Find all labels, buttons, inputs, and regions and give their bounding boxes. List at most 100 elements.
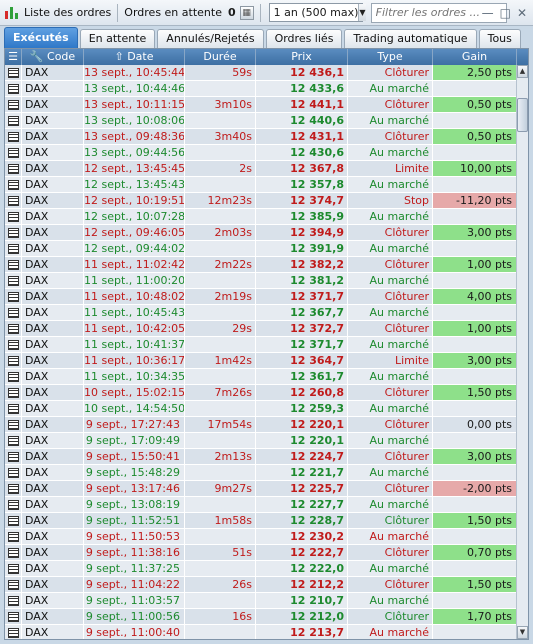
order-detail-icon[interactable] (5, 257, 22, 272)
document-icon[interactable] (8, 356, 19, 366)
order-detail-icon[interactable] (5, 465, 22, 480)
table-row[interactable]: DAX 11 sept., 10:42:05 29s 12 372,7 Clôturer… (5, 321, 517, 337)
column-header-duree[interactable]: Durée (185, 49, 256, 65)
period-select[interactable]: 1 an (500 max) ▼ (268, 3, 366, 22)
document-icon[interactable] (8, 548, 19, 558)
order-detail-icon[interactable] (5, 529, 22, 544)
order-detail-icon[interactable] (5, 593, 22, 608)
document-icon[interactable] (8, 516, 19, 526)
table-row[interactable]: DAX 9 sept., 17:09:49 12 220,1 Au marché (5, 433, 517, 449)
document-icon[interactable] (8, 452, 19, 462)
tab-en-attente[interactable]: En attente (79, 29, 156, 48)
table-row[interactable]: DAX 12 sept., 10:19:51 12m23s 12 374,7 Stop -… (5, 193, 517, 209)
order-detail-icon[interactable] (5, 625, 22, 639)
table-row[interactable]: DAX 11 sept., 10:36:17 1m42s 12 364,7 Limite… (5, 353, 517, 369)
document-icon[interactable] (8, 308, 19, 318)
document-icon[interactable] (8, 596, 19, 606)
document-icon[interactable] (8, 372, 19, 382)
scroll-up-icon[interactable]: ▲ (517, 65, 528, 78)
order-detail-icon[interactable] (5, 609, 22, 624)
order-detail-icon[interactable] (5, 177, 22, 192)
order-detail-icon[interactable] (5, 145, 22, 160)
document-icon[interactable] (8, 148, 19, 158)
column-header-date[interactable]: ⇧ Date (84, 49, 185, 65)
table-row[interactable]: DAX 12 sept., 13:45:45 2s 12 367,8 Limite 10,… (5, 161, 517, 177)
order-detail-icon[interactable] (5, 481, 22, 496)
document-icon[interactable] (8, 388, 19, 398)
document-icon[interactable] (8, 100, 19, 110)
scrollbar-thumb[interactable] (517, 98, 528, 132)
document-icon[interactable] (8, 340, 19, 350)
order-detail-icon[interactable] (5, 97, 22, 112)
table-row[interactable]: DAX 9 sept., 11:52:51 1m58s 12 228,7 Clôture… (5, 513, 517, 529)
table-row[interactable]: DAX 9 sept., 11:03:57 12 210,7 Au marché (5, 593, 517, 609)
document-icon[interactable] (8, 436, 19, 446)
column-header-prix[interactable]: Prix (256, 49, 348, 65)
document-icon[interactable] (8, 180, 19, 190)
document-icon[interactable] (8, 196, 19, 206)
document-icon[interactable] (8, 228, 19, 238)
table-row[interactable]: DAX 11 sept., 10:41:37 12 371,7 Au marché (5, 337, 517, 353)
document-icon[interactable] (8, 132, 19, 142)
document-icon[interactable] (8, 164, 19, 174)
order-detail-icon[interactable] (5, 433, 22, 448)
vertical-scrollbar[interactable]: ▲ ▼ (516, 65, 528, 639)
table-row[interactable]: DAX 9 sept., 11:50:53 12 230,2 Au marché (5, 529, 517, 545)
tab-annules-rejetes[interactable]: Annulés/Rejetés (157, 29, 264, 48)
table-row[interactable]: DAX 9 sept., 13:17:46 9m27s 12 225,7 Clôture… (5, 481, 517, 497)
pending-orders-label[interactable]: Ordres en attente (124, 6, 222, 19)
table-row[interactable]: DAX 9 sept., 11:00:40 12 213,7 Au marché (5, 625, 517, 639)
document-icon[interactable] (8, 84, 19, 94)
document-icon[interactable] (8, 212, 19, 222)
document-icon[interactable] (8, 68, 19, 78)
document-icon[interactable] (8, 580, 19, 590)
table-row[interactable]: DAX 12 sept., 09:46:05 2m03s 12 394,9 Clôtur… (5, 225, 517, 241)
close-icon[interactable]: ✕ (517, 6, 527, 20)
document-icon[interactable] (8, 500, 19, 510)
table-row[interactable]: DAX 9 sept., 11:38:16 51s 12 222,7 Clôturer 0… (5, 545, 517, 561)
order-detail-icon[interactable] (5, 65, 22, 80)
order-detail-icon[interactable] (5, 289, 22, 304)
table-row[interactable]: DAX 9 sept., 11:37:25 12 222,0 Au marché (5, 561, 517, 577)
order-detail-icon[interactable] (5, 337, 22, 352)
order-detail-icon[interactable] (5, 129, 22, 144)
table-row[interactable]: DAX 13 sept., 09:44:56 12 430,6 Au marché (5, 145, 517, 161)
document-icon[interactable] (8, 628, 19, 638)
document-icon[interactable] (8, 116, 19, 126)
table-row[interactable]: DAX 11 sept., 11:00:20 12 381,2 Au marché (5, 273, 517, 289)
document-icon[interactable] (8, 276, 19, 286)
document-icon[interactable] (8, 324, 19, 334)
tab-executes[interactable]: Exécutés (4, 27, 78, 48)
document-icon[interactable] (8, 612, 19, 622)
table-row[interactable]: DAX 10 sept., 14:54:50 12 259,3 Au marché (5, 401, 517, 417)
order-detail-icon[interactable] (5, 513, 22, 528)
document-icon[interactable] (8, 532, 19, 542)
document-icon[interactable] (8, 292, 19, 302)
table-row[interactable]: DAX 13 sept., 10:08:06 12 440,6 Au marché (5, 113, 517, 129)
order-detail-icon[interactable] (5, 321, 22, 336)
order-detail-icon[interactable] (5, 561, 22, 576)
document-icon[interactable] (8, 244, 19, 254)
table-row[interactable]: DAX 10 sept., 15:02:15 7m26s 12 260,8 Clôtur… (5, 385, 517, 401)
order-detail-icon[interactable] (5, 193, 22, 208)
table-row[interactable]: DAX 12 sept., 09:44:02 12 391,9 Au marché (5, 241, 517, 257)
table-row[interactable]: DAX 9 sept., 15:48:29 12 221,7 Au marché (5, 465, 517, 481)
order-detail-icon[interactable] (5, 449, 22, 464)
table-row[interactable]: DAX 13 sept., 10:44:46 12 433,6 Au marché (5, 81, 517, 97)
document-icon[interactable] (8, 404, 19, 414)
table-row[interactable]: DAX 12 sept., 10:07:28 12 385,9 Au marché (5, 209, 517, 225)
order-detail-icon[interactable] (5, 577, 22, 592)
column-header-type[interactable]: Type (348, 49, 433, 65)
document-icon[interactable] (8, 484, 19, 494)
tab-tous[interactable]: Tous (478, 29, 521, 48)
tab-trading-automatique[interactable]: Trading automatique (344, 29, 477, 48)
table-row[interactable]: DAX 11 sept., 10:48:02 2m19s 12 371,7 Clôtur… (5, 289, 517, 305)
tab-ordres-lies[interactable]: Ordres liés (265, 29, 343, 48)
table-row[interactable]: DAX 9 sept., 11:00:56 16s 12 212,0 Clôturer 1… (5, 609, 517, 625)
order-detail-icon[interactable] (5, 81, 22, 96)
order-detail-icon[interactable] (5, 369, 22, 384)
order-detail-icon[interactable] (5, 225, 22, 240)
column-header-icon[interactable]: ☰ (5, 49, 22, 65)
document-icon[interactable] (8, 468, 19, 478)
table-row[interactable]: DAX 13 sept., 09:48:36 3m40s 12 431,1 Clôtur… (5, 129, 517, 145)
